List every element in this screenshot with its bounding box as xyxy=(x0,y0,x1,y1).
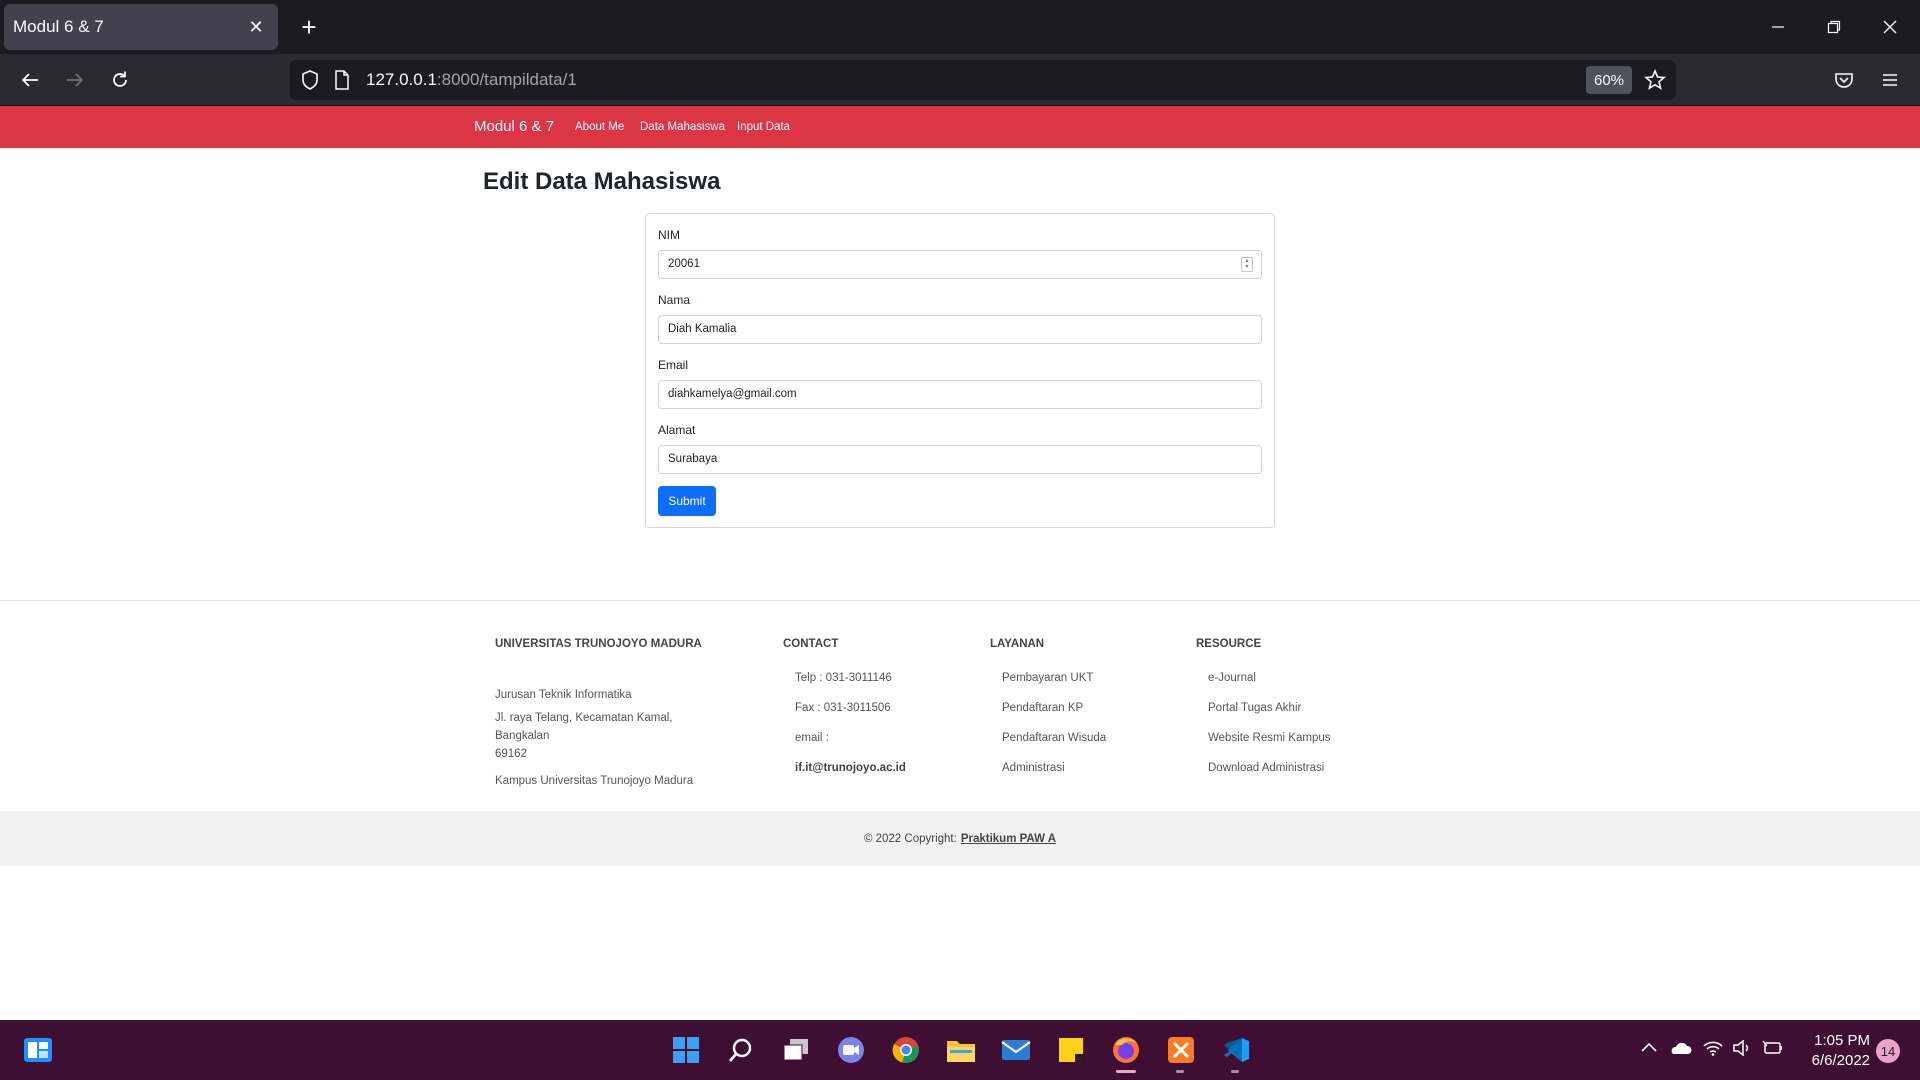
shield-icon[interactable] xyxy=(300,69,320,96)
footer-text: Kampus Universitas Trunojoyo Madura xyxy=(495,775,694,787)
mail-icon[interactable] xyxy=(1000,1034,1032,1066)
footer-contact-email-label: email : xyxy=(795,732,829,744)
firefox-icon[interactable] xyxy=(1110,1034,1142,1066)
footer-link-pendaftaran-kp[interactable]: Pendaftaran KP xyxy=(1002,702,1083,714)
footer-link-e-journal[interactable]: e-Journal xyxy=(1208,672,1256,684)
nav-link-data-mahasiswa[interactable]: Data Mahasiswa xyxy=(640,121,725,133)
restore-icon[interactable] xyxy=(1814,10,1854,44)
url-text[interactable]: 127.0.0.1:8000/tampildata/1 xyxy=(366,70,577,90)
copyright-text: © 2022 Copyright: xyxy=(863,832,957,845)
vscode-running-indicator xyxy=(1231,1070,1239,1073)
footer-text: Jl. raya Telang, Kecamatan Kamal, xyxy=(495,712,673,724)
site-brand[interactable]: Modul 6 & 7 xyxy=(474,118,554,135)
wifi-icon[interactable] xyxy=(1703,1040,1723,1061)
pocket-icon[interactable] xyxy=(1826,62,1862,98)
battery-icon[interactable] xyxy=(1762,1040,1784,1061)
footer-text: Bangkalan xyxy=(495,730,550,742)
footer-text: Jurusan Teknik Informatika xyxy=(495,689,632,701)
start-icon[interactable] xyxy=(670,1034,702,1066)
chrome-icon[interactable] xyxy=(890,1034,922,1066)
nav-link-about-me[interactable]: About Me xyxy=(575,121,624,133)
footer-contact-fax: Fax : 031-3011506 xyxy=(795,702,891,714)
submit-button[interactable]: Submit xyxy=(658,486,716,516)
chat-icon[interactable] xyxy=(835,1034,867,1066)
bookmark-star-icon[interactable] xyxy=(1644,68,1666,96)
alamat-input[interactable]: Surabaya xyxy=(658,445,1262,474)
nim-label: NIM xyxy=(658,228,680,242)
search-icon[interactable] xyxy=(725,1034,757,1066)
email-input[interactable]: diahkamelya@gmail.com xyxy=(658,380,1262,409)
footer-heading-university: UNIVERSITAS TRUNOJOYO MADURA xyxy=(495,638,702,650)
file-explorer-icon[interactable] xyxy=(945,1034,977,1066)
footer-heading-resource: RESOURCE xyxy=(1196,638,1262,650)
alamat-label: Alamat xyxy=(658,423,696,437)
edit-form-card: NIM 20061 ▴ ▾ Nama Diah Kamalia Email dia… xyxy=(645,213,1275,528)
new-tab-icon[interactable]: + xyxy=(292,10,326,44)
site-navbar: Modul 6 & 7 About Me Data Mahasiswa Inpu… xyxy=(0,106,1920,148)
vscode-icon[interactable] xyxy=(1220,1034,1252,1066)
onedrive-icon[interactable] xyxy=(1668,1040,1692,1061)
clock-date: 6/6/2022 xyxy=(1811,1052,1870,1069)
zoom-level-badge[interactable]: 60% xyxy=(1586,66,1632,94)
clock-time: 1:05 PM xyxy=(1814,1032,1870,1049)
nama-input[interactable]: Diah Kamalia xyxy=(658,315,1262,344)
widgets-icon[interactable] xyxy=(22,1034,54,1066)
close-window-icon[interactable] xyxy=(1870,10,1910,44)
footer-contact-email[interactable]: if.it@trunojoyo.ac.id xyxy=(795,762,906,774)
footer-link-website-resmi[interactable]: Website Resmi Kampus xyxy=(1208,732,1331,744)
xampp-icon[interactable] xyxy=(1165,1034,1197,1066)
firefox-active-indicator xyxy=(1116,1070,1136,1073)
minimize-icon[interactable] xyxy=(1758,10,1798,44)
footer-link-download-administrasi[interactable]: Download Administrasi xyxy=(1208,762,1324,774)
tab-close-icon[interactable]: ✕ xyxy=(244,15,268,39)
footer-heading-contact: CONTACT xyxy=(783,638,839,650)
nav-link-input-data[interactable]: Input Data xyxy=(737,121,790,133)
footer-link-pendaftaran-wisuda[interactable]: Pendaftaran Wisuda xyxy=(1002,732,1106,744)
nim-input[interactable]: 20061 ▴ ▾ xyxy=(658,250,1262,279)
notification-badge[interactable]: 14 xyxy=(1876,1039,1900,1063)
footer-link-administrasi[interactable]: Administrasi xyxy=(1002,762,1065,774)
copyright-link[interactable]: Praktikum PAW A xyxy=(961,833,1056,845)
xampp-running-indicator xyxy=(1176,1070,1184,1073)
footer-text: 69162 xyxy=(495,748,527,760)
volume-icon[interactable] xyxy=(1732,1039,1752,1061)
url-bar[interactable]: 127.0.0.1:8000/tampildata/1 60% xyxy=(290,60,1676,100)
footer-heading-layanan: LAYANAN xyxy=(990,638,1045,650)
browser-tab-bar: Modul 6 & 7 ✕ + xyxy=(0,0,1920,54)
copyright-bar: © 2022 Copyright: Praktikum PAW A xyxy=(0,811,1920,866)
sticky-notes-icon[interactable] xyxy=(1055,1034,1087,1066)
tab-title: Modul 6 & 7 xyxy=(13,17,104,36)
windows-taskbar: 1:05 PM 6/6/2022 14 xyxy=(0,1020,1920,1080)
page-icon[interactable] xyxy=(334,70,350,95)
forward-icon[interactable] xyxy=(57,62,93,98)
back-icon[interactable] xyxy=(12,62,48,98)
footer-link-portal-tugas-akhir[interactable]: Portal Tugas Akhir xyxy=(1208,702,1301,714)
footer-contact-phone: Telp : 031-3011146 xyxy=(795,672,892,684)
task-view-icon[interactable] xyxy=(780,1034,812,1066)
tray-overflow-icon[interactable] xyxy=(1640,1040,1658,1059)
browser-tab-active[interactable]: Modul 6 & 7 ✕ xyxy=(4,4,278,50)
footer-link-pembayaran-ukt[interactable]: Pembayaran UKT xyxy=(1002,672,1093,684)
number-spinner-icon[interactable]: ▴ ▾ xyxy=(1241,257,1253,272)
reload-icon[interactable] xyxy=(102,62,138,98)
email-label: Email xyxy=(658,358,689,372)
page-title: Edit Data Mahasiswa xyxy=(483,168,721,195)
site-footer: UNIVERSITAS TRUNOJOYO MADURA Jurusan Tek… xyxy=(0,600,1920,811)
nama-label: Nama xyxy=(658,293,691,307)
browser-toolbar: 127.0.0.1:8000/tampildata/1 60% xyxy=(0,54,1920,106)
taskbar-clock[interactable]: 1:05 PM 6/6/2022 xyxy=(1802,1031,1870,1071)
menu-icon[interactable] xyxy=(1872,62,1908,98)
